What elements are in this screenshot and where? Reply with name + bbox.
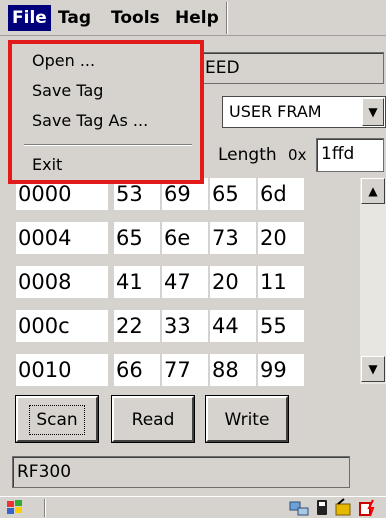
menu-save-tag-as-label: Save Tag As ... xyxy=(32,111,149,130)
byte-cell[interactable]: 20 xyxy=(258,222,304,254)
read-button-label: Read xyxy=(131,410,175,430)
length-prefix: 0x xyxy=(288,146,307,164)
address-cell: 0008 xyxy=(16,266,108,298)
byte-cell[interactable]: 41 xyxy=(114,266,160,298)
memory-select-value: USER FRAM xyxy=(229,102,322,121)
byte-cell[interactable]: 11 xyxy=(258,266,304,298)
storage-icon[interactable] xyxy=(334,498,354,517)
byte-cell[interactable]: 88 xyxy=(210,354,256,386)
length-input-value: 1ffd xyxy=(321,144,355,164)
byte-cell[interactable]: 65 xyxy=(114,222,160,254)
length-label: Length 0x xyxy=(218,140,306,170)
menu-save-tag-label: Save Tag xyxy=(32,81,104,100)
status-field: RF300 xyxy=(12,456,350,488)
menu-bar: File Tag Tools Help xyxy=(0,0,386,36)
byte-cell[interactable]: 66 xyxy=(114,354,160,386)
byte-cell[interactable]: 99 xyxy=(258,354,304,386)
memory-select[interactable]: USER FRAM ▼ xyxy=(222,96,386,128)
status-text: RF300 xyxy=(17,462,72,482)
address-cell: 0004 xyxy=(16,222,108,254)
menu-tag[interactable]: Tag xyxy=(54,5,95,31)
byte-cell[interactable]: 22 xyxy=(114,310,160,342)
menu-separator xyxy=(226,2,228,34)
arrow-up-icon: ▲ xyxy=(368,184,378,198)
scroll-down-button[interactable]: ▼ xyxy=(361,356,385,382)
chevron-down-icon[interactable]: ▼ xyxy=(362,98,384,126)
menu-open[interactable]: Open ... xyxy=(32,50,95,72)
vertical-scrollbar[interactable]: ▲ ▼ xyxy=(360,178,386,384)
menu-file[interactable]: File xyxy=(8,5,51,31)
address-cell: 000c xyxy=(16,310,108,342)
byte-cell[interactable]: 77 xyxy=(162,354,208,386)
length-input[interactable]: 1ffd xyxy=(316,138,384,172)
write-button-label: Write xyxy=(224,410,270,430)
byte-cell[interactable]: 47 xyxy=(162,266,208,298)
menu-exit[interactable]: Exit xyxy=(32,154,62,176)
menu-save-tag[interactable]: Save Tag xyxy=(32,80,103,102)
scan-button[interactable]: Scan xyxy=(15,395,99,443)
menu-help[interactable]: Help xyxy=(171,5,223,31)
menu-save-tag-as[interactable]: Save Tag As ... xyxy=(32,110,148,132)
scroll-up-button[interactable]: ▲ xyxy=(361,178,385,204)
read-button[interactable]: Read xyxy=(111,395,195,443)
arrow-down-icon: ▼ xyxy=(368,362,378,376)
byte-cell[interactable]: 44 xyxy=(210,310,256,342)
tag-id-text: EED xyxy=(205,58,240,78)
taskbar-separator xyxy=(44,499,46,517)
byte-cell[interactable]: 73 xyxy=(210,222,256,254)
byte-cell[interactable]: 20 xyxy=(210,266,256,298)
byte-cell[interactable]: 6e xyxy=(162,222,208,254)
write-button[interactable]: Write xyxy=(205,395,289,443)
address-cell: 0010 xyxy=(16,354,108,386)
menu-exit-label: Exit xyxy=(32,155,63,174)
scan-button-label: Scan xyxy=(29,405,85,435)
menu-open-label: Open ... xyxy=(32,51,96,70)
device-icon[interactable] xyxy=(314,499,330,517)
byte-cell[interactable]: 6d xyxy=(258,178,304,210)
network-icon[interactable] xyxy=(288,499,310,517)
battery-charging-icon[interactable] xyxy=(358,498,380,517)
file-menu-dropdown: Open ... Save Tag Save Tag As ... Exit xyxy=(8,40,204,184)
byte-cell[interactable]: 65 xyxy=(210,178,256,210)
tag-id-field[interactable]: EED xyxy=(200,52,384,84)
windows-start-icon[interactable] xyxy=(4,498,26,518)
byte-cell[interactable]: 55 xyxy=(258,310,304,342)
menu-tools[interactable]: Tools xyxy=(107,5,164,31)
length-label-text: Length xyxy=(218,145,277,165)
taskbar xyxy=(0,496,386,518)
byte-cell[interactable]: 33 xyxy=(162,310,208,342)
menu-separator xyxy=(24,144,192,146)
